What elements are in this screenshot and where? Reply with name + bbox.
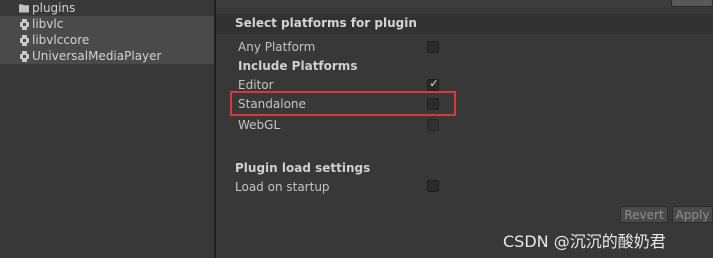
section-separator — [216, 147, 713, 148]
revert-button[interactable]: Revert — [620, 206, 668, 223]
tree-item-libvlc[interactable]: libvlc — [0, 16, 214, 32]
any-platform-label: Any Platform — [238, 40, 316, 54]
plugin-file-icon — [19, 18, 29, 30]
load-settings-header: Plugin load settings — [235, 161, 371, 175]
webgl-checkbox[interactable] — [427, 119, 439, 131]
editor-checkbox[interactable]: ✓ — [427, 77, 439, 91]
plugin-file-icon — [19, 34, 29, 46]
tree-item-label: plugins — [32, 1, 76, 15]
platforms-header: Select platforms for plugin — [235, 16, 417, 30]
project-tree-panel: plugins libvlc libvlccore UniversalMedia… — [0, 0, 214, 258]
checkmark-icon: ✓ — [429, 77, 439, 90]
inspector-top-strip — [216, 0, 713, 8]
tree-item-libvlccore[interactable]: libvlccore — [0, 32, 214, 48]
annotation-highlight-box — [230, 91, 456, 116]
folder-icon — [19, 2, 29, 14]
load-on-startup-checkbox[interactable] — [427, 180, 439, 192]
apply-button[interactable]: Apply — [672, 206, 713, 223]
plugin-file-icon — [19, 50, 29, 62]
tree-item-label: libvlccore — [32, 33, 90, 47]
tree-item-universalmediaplayer[interactable]: UniversalMediaPlayer — [0, 48, 214, 64]
tree-item-label: UniversalMediaPlayer — [32, 49, 162, 63]
include-platforms-label: Include Platforms — [238, 59, 358, 73]
watermark-text: CSDN @沉沉的酸奶君 — [503, 232, 666, 251]
tree-item-label: libvlc — [32, 17, 64, 31]
webgl-label: WebGL — [238, 118, 281, 132]
plugin-inspector: Select platforms for plugin Any Platform… — [216, 0, 713, 258]
any-platform-checkbox[interactable] — [427, 41, 439, 53]
load-on-startup-label: Load on startup — [235, 180, 330, 194]
inspector-top-button[interactable] — [671, 0, 713, 7]
tree-item-plugins[interactable]: plugins — [0, 0, 214, 16]
